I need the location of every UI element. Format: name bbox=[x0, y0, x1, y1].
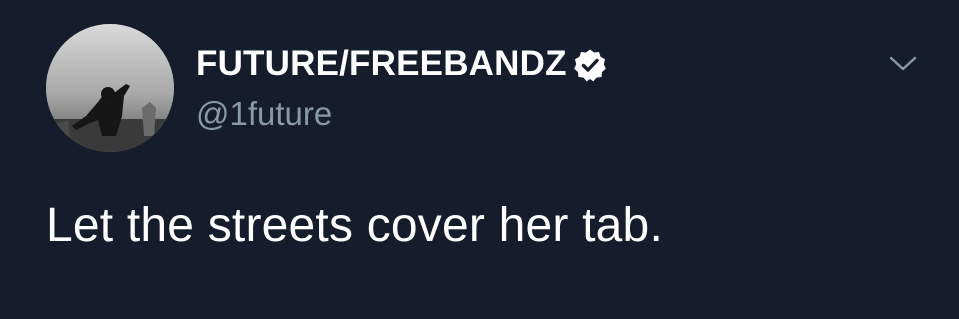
user-handle[interactable]: @1future bbox=[196, 94, 332, 134]
tweet-text: Let the streets cover her tab. bbox=[46, 199, 663, 252]
avatar[interactable] bbox=[46, 24, 174, 152]
tweet-card: FUTURE/FREEBANDZ @1future Let the street… bbox=[0, 0, 959, 319]
display-name[interactable]: FUTURE/FREEBANDZ bbox=[196, 44, 567, 84]
chevron-down-icon[interactable] bbox=[886, 50, 920, 76]
verified-badge-icon bbox=[574, 49, 606, 82]
avatar-photo bbox=[46, 24, 174, 152]
